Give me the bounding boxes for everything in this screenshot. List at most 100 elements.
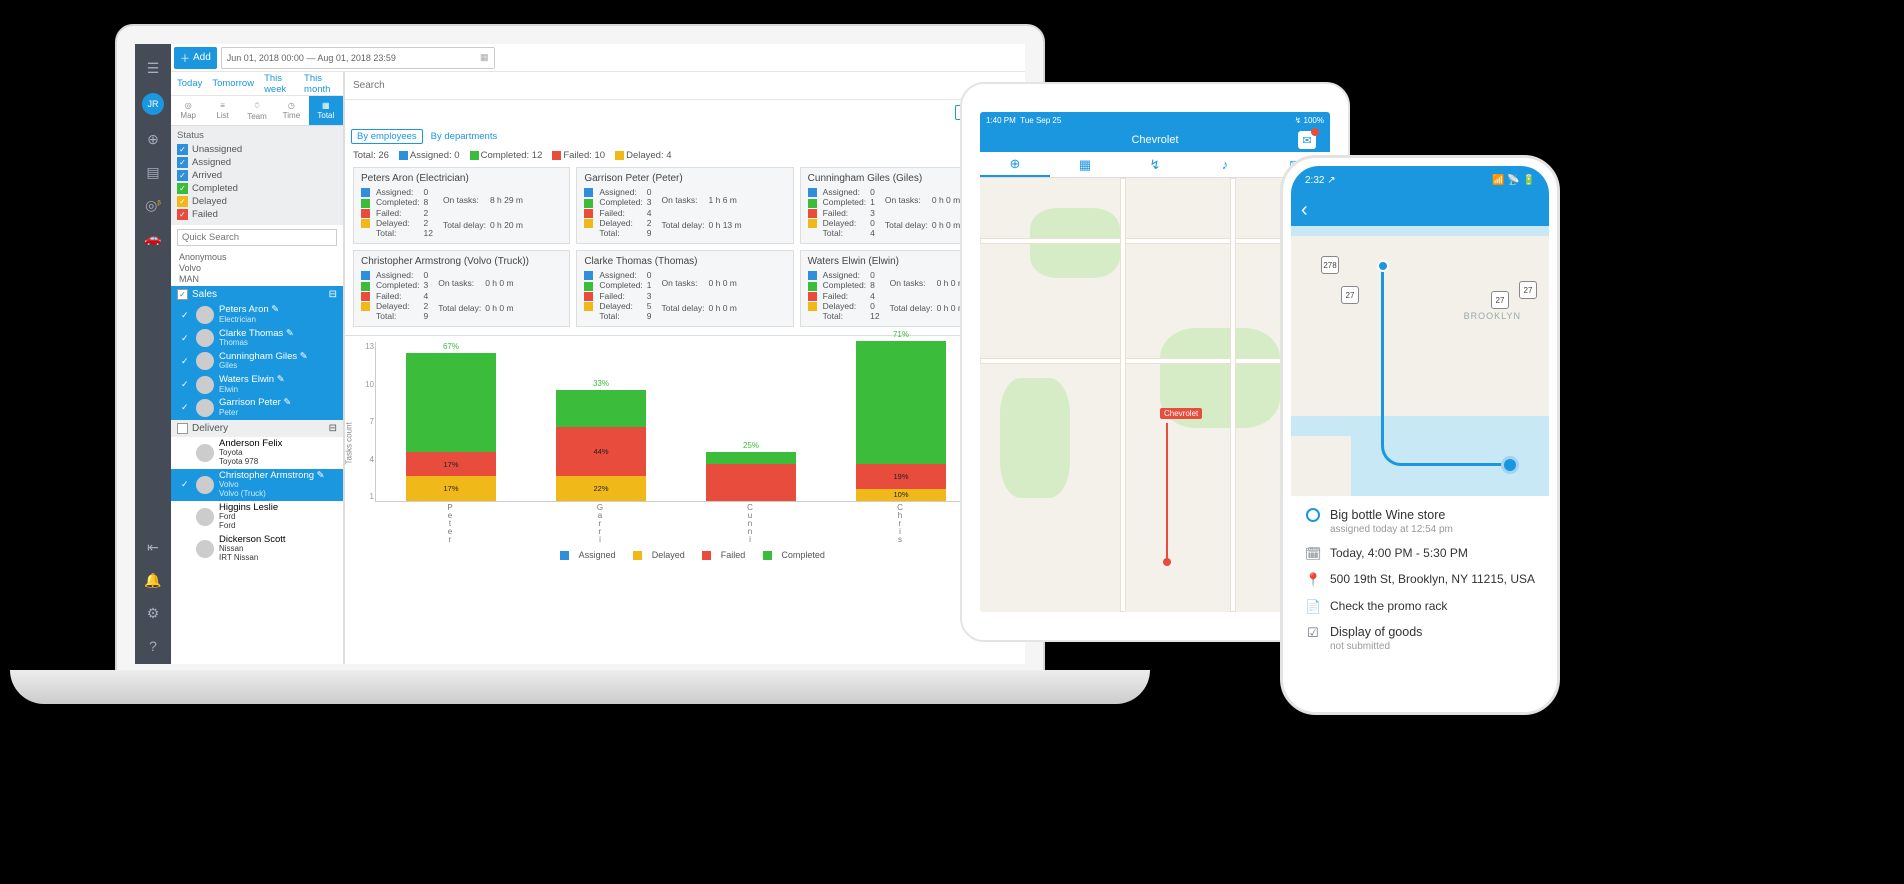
chart-ylabel: Tasks count xyxy=(345,422,354,464)
laptop-screen: ☰ JR ⊕ ▤ ◎β 🚗 ⇤ 🔔 ⚙ ? ＋ Add Jun 01, 2018… xyxy=(135,44,1025,664)
status-arrived[interactable]: ✓Arrived xyxy=(177,169,337,182)
group-delivery[interactable]: Delivery⊟ xyxy=(171,420,343,437)
phone-frame: 2:32 ↗📶 📡 🔋 ‹ BROOKLYN 278 27 27 27 Big … xyxy=(1280,155,1560,715)
phone-statusbar: 2:32 ↗📶 📡 🔋 xyxy=(1291,166,1549,194)
employee-item[interactable]: Anderson FelixToyotaToyota 978 xyxy=(171,437,343,469)
laptop-base xyxy=(10,670,1150,704)
vehicle-marker[interactable]: Chevrolet xyxy=(1160,408,1202,419)
employee-card[interactable]: Peters Aron (Electrician) Assigned:0 Com… xyxy=(353,167,570,244)
mail-icon[interactable]: ✉ xyxy=(1298,131,1316,149)
employee-item[interactable]: ✓Garrison Peter ✎Peter xyxy=(171,396,343,419)
stacked-bar-chart: 1310741 67%17%17%33%44%22%25%71%19%10% xyxy=(375,342,1015,502)
help-icon[interactable]: ? xyxy=(149,638,157,654)
globe-icon[interactable]: ⊕ xyxy=(147,131,159,148)
main-panel: Status: any By employees By departments … xyxy=(344,72,1025,664)
note-row: 📄Check the promo rack xyxy=(1305,599,1535,615)
preset-today[interactable]: Today xyxy=(177,78,202,89)
tablet-tab-route[interactable]: ↯ xyxy=(1120,152,1190,177)
status-delayed[interactable]: ✓Delayed xyxy=(177,195,337,208)
employee-card[interactable]: Clarke Thomas (Thomas) Assigned:0 Comple… xyxy=(576,250,793,327)
preset-month[interactable]: This month xyxy=(304,73,337,95)
tab-team[interactable]: ⍥Team xyxy=(240,96,274,125)
employee-item[interactable]: ✓Peters Aron ✎Electrician xyxy=(171,303,343,326)
status-completed[interactable]: ✓Completed xyxy=(177,182,337,195)
anonymous-item[interactable]: Anonymous Volvo MAN xyxy=(171,250,343,286)
grouping-tabs: By employees By departments xyxy=(345,124,1025,148)
tablet-tab-bell[interactable]: ♪ xyxy=(1190,152,1260,177)
route-shield: 27 xyxy=(1519,281,1537,299)
employee-item[interactable]: ✓Waters Elwin ✎Elwin xyxy=(171,373,343,396)
note-icon: 📄 xyxy=(1305,599,1321,615)
status-filter: Status ✓Unassigned✓Assigned✓Arrived✓Comp… xyxy=(171,126,343,225)
calendar-icon: 🗓 xyxy=(1305,546,1321,562)
route-shield: 27 xyxy=(1341,286,1359,304)
nav-column: ☰ JR ⊕ ▤ ◎β 🚗 ⇤ 🔔 ⚙ ? xyxy=(135,44,171,664)
task-details: Big bottle Wine storeassigned today at 1… xyxy=(1291,496,1549,704)
chart-bar: 67%17%17% xyxy=(406,353,496,501)
preset-tomorrow[interactable]: Tomorrow xyxy=(212,78,254,89)
employee-item[interactable]: Dickerson ScottNissanIRT Nissan xyxy=(171,533,343,565)
menu-icon[interactable]: ☰ xyxy=(147,60,160,77)
avatar[interactable]: JR xyxy=(142,93,164,115)
employee-item[interactable]: ✓Christopher Armstrong ✎VolvoVolvo (Truc… xyxy=(171,469,343,501)
car-icon[interactable]: 🚗 xyxy=(144,230,161,247)
status-ring-icon xyxy=(1306,508,1320,522)
quick-search-input[interactable] xyxy=(177,229,337,246)
chart-bar: 71%19%10% xyxy=(856,341,946,501)
tablet-screen: 1:40 PM Tue Sep 25 ↯ 100% Chevrolet ✉ ⊕ … xyxy=(980,112,1330,612)
gear-icon[interactable]: ⚙ xyxy=(147,605,160,622)
tablet-map[interactable]: Chevrolet xyxy=(980,178,1330,612)
form-row[interactable]: ☑Display of goodsnot submitted xyxy=(1305,625,1535,653)
search-input[interactable] xyxy=(345,72,1025,99)
preset-week[interactable]: This week xyxy=(264,73,294,95)
by-departments-tab[interactable]: By departments xyxy=(431,131,498,142)
current-location-marker xyxy=(1501,456,1519,474)
employee-item[interactable]: ✓Cunningham Giles ✎Giles xyxy=(171,350,343,373)
bell-icon[interactable]: 🔔 xyxy=(144,572,161,589)
laptop-frame: ☰ JR ⊕ ▤ ◎β 🚗 ⇤ 🔔 ⚙ ? ＋ Add Jun 01, 2018… xyxy=(115,24,1045,674)
group-sales[interactable]: ✓Sales⊟ xyxy=(171,286,343,303)
employee-item[interactable]: ✓Clarke Thomas ✎Thomas xyxy=(171,327,343,350)
chart-icon[interactable]: ▤ xyxy=(146,164,159,181)
chart-bar: 25% xyxy=(706,452,796,501)
status-assigned[interactable]: ✓Assigned xyxy=(177,156,337,169)
phone-screen: 2:32 ↗📶 📡 🔋 ‹ BROOKLYN 278 27 27 27 Big … xyxy=(1291,166,1549,704)
status-unassigned[interactable]: ✓Unassigned xyxy=(177,143,337,156)
date-presets: Today Tomorrow This week This month xyxy=(171,72,343,96)
route-shield: 278 xyxy=(1321,256,1339,274)
calendar-icon: ▦ xyxy=(480,52,489,63)
chart-panel: Tasks count 1310741 67%17%17%33%44%22%25… xyxy=(345,335,1025,664)
status-failed[interactable]: ✓Failed xyxy=(177,208,337,221)
collapse-icon: ⊟ xyxy=(329,289,337,300)
back-icon[interactable]: ‹ xyxy=(1301,199,1308,222)
tab-list[interactable]: ≡List xyxy=(205,96,239,125)
sidebar: Today Tomorrow This week This month ◎Map… xyxy=(171,72,344,664)
pin-icon: 📍 xyxy=(1305,572,1321,588)
checklist-icon: ☑ xyxy=(1305,625,1321,641)
task-title-row: Big bottle Wine storeassigned today at 1… xyxy=(1305,508,1535,536)
location-icon[interactable]: ◎β xyxy=(145,197,161,214)
x-tick-label: Peter xyxy=(405,504,495,544)
x-tick-label: Cunni xyxy=(705,504,795,544)
tab-time[interactable]: ◷Time xyxy=(274,96,308,125)
view-tabs: ◎Map ≡List ⍥Team ◷Time ▦Total xyxy=(171,96,343,126)
tablet-tab-grid[interactable]: ▦ xyxy=(1050,152,1120,177)
phone-map[interactable]: BROOKLYN 278 27 27 27 xyxy=(1291,226,1549,496)
by-employees-tab[interactable]: By employees xyxy=(351,129,423,144)
employee-item[interactable]: Higgins LeslieFordFord xyxy=(171,501,343,533)
employee-card[interactable]: Garrison Peter (Peter) Assigned:0 Comple… xyxy=(576,167,793,244)
add-button[interactable]: ＋ Add xyxy=(174,47,217,69)
employee-card[interactable]: Christopher Armstrong (Volvo (Truck)) As… xyxy=(353,250,570,327)
date-range-picker[interactable]: Jun 01, 2018 00:00 — Aug 01, 2018 23:59▦ xyxy=(221,47,495,69)
tab-total[interactable]: ▦Total xyxy=(309,96,343,125)
exit-icon[interactable]: ⇤ xyxy=(147,539,159,556)
tablet-tab-globe[interactable]: ⊕ xyxy=(980,152,1050,177)
collapse-icon: ⊟ xyxy=(329,423,337,434)
toolbar: ＋ Add Jun 01, 2018 00:00 — Aug 01, 2018 … xyxy=(171,44,1025,72)
phone-header: ‹ xyxy=(1291,194,1549,226)
chart-legend: Assigned Delayed Failed Completed xyxy=(375,550,1015,560)
tab-map[interactable]: ◎Map xyxy=(171,96,205,125)
employee-cards: Peters Aron (Electrician) Assigned:0 Com… xyxy=(345,167,1025,335)
address-row[interactable]: 📍500 19th St, Brooklyn, NY 11215, USA xyxy=(1305,572,1535,588)
chart-bar: 33%44%22% xyxy=(556,390,646,501)
